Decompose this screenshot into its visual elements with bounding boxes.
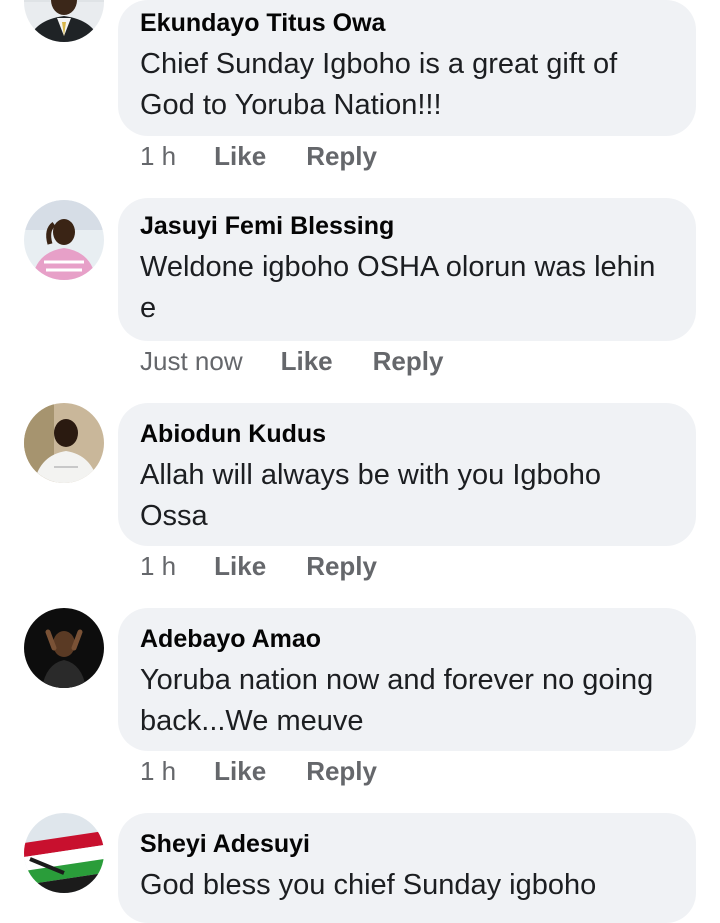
comment-bubble[interactable]: Sheyi Adesuyi God bless you chief Sunday… [118,813,696,923]
comment-text: Chief Sunday Igboho is a great gift of G… [140,48,618,121]
comment-author[interactable]: Abiodun Kudus [140,419,674,449]
reply-button[interactable]: Reply [306,551,377,582]
reply-button[interactable]: Reply [373,346,444,377]
comment-text: Allah will always be with you Igboho Oss… [140,459,602,532]
like-button[interactable]: Like [281,346,333,377]
comment-timestamp[interactable]: 1 h [140,141,176,172]
comment-actions: 1 h Like Reply [140,755,377,787]
comment-timestamp[interactable]: 1 h [140,551,176,582]
man-pink-shirt-avatar-icon [24,200,104,280]
comment-bubble[interactable]: Ekundayo Titus Owa Chief Sunday Igboho i… [118,0,696,136]
comment-actions: 1 h Like Reply [140,550,377,582]
avatar[interactable] [24,813,104,893]
comment-author[interactable]: Ekundayo Titus Owa [140,8,674,38]
comment-author[interactable]: Adebayo Amao [140,624,674,654]
yoruba-nation-flag-avatar-icon [24,813,104,893]
comment-actions: 1 h Like Reply [140,140,377,172]
man-dark-background-avatar-icon [24,608,104,688]
comment-bubble[interactable]: Abiodun Kudus Allah will always be with … [118,403,696,546]
comment-bubble[interactable]: Adebayo Amao Yoruba nation now and forev… [118,608,696,751]
man-white-shirt-avatar-icon [24,403,104,483]
reply-button[interactable]: Reply [306,141,377,172]
comment-text: Yoruba nation now and forever no going b… [140,664,654,737]
like-button[interactable]: Like [214,551,266,582]
avatar[interactable] [24,403,104,483]
comment-timestamp[interactable]: Just now [140,346,243,377]
man-in-suit-avatar-icon [24,0,104,42]
comment-timestamp[interactable]: 1 h [140,756,176,787]
reply-button[interactable]: Reply [306,756,377,787]
comment-actions: Just now Like Reply [140,345,443,377]
comment-author[interactable]: Sheyi Adesuyi [140,829,674,859]
avatar[interactable] [24,200,104,280]
like-button[interactable]: Like [214,756,266,787]
like-button[interactable]: Like [214,141,266,172]
avatar[interactable] [24,608,104,688]
avatar[interactable] [24,0,104,42]
comment-text: God bless you chief Sunday igboho [140,869,597,901]
comment-author[interactable]: Jasuyi Femi Blessing [140,211,674,241]
comment-bubble[interactable]: Jasuyi Femi Blessing Weldone igboho OSHA… [118,198,696,341]
comment-text: Weldone igboho OSHA olorun was lehin e [140,251,656,324]
